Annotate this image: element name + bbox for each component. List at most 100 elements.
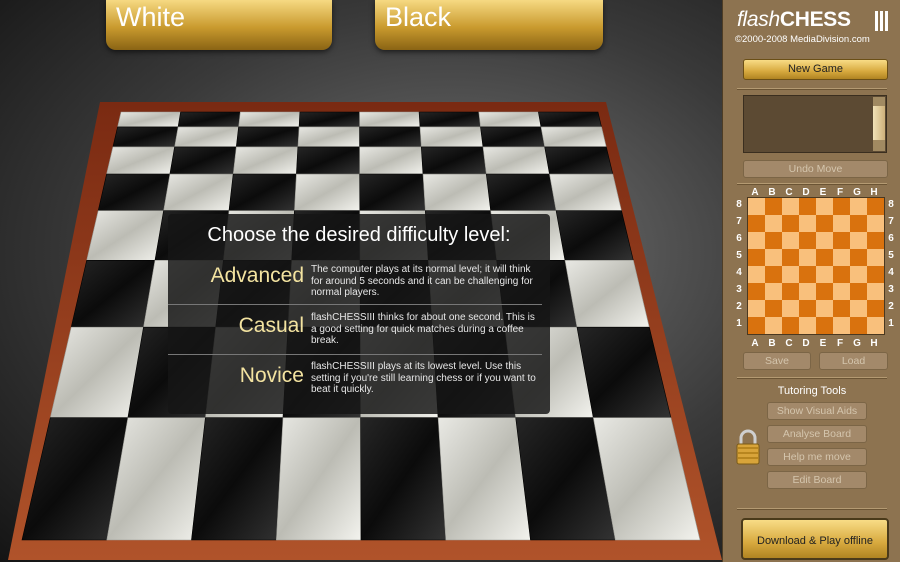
mini-square-f2[interactable] <box>833 300 850 317</box>
board-square-c8[interactable] <box>238 111 301 128</box>
mini-square-d3[interactable] <box>799 283 816 300</box>
mini-square-g6[interactable] <box>850 232 867 249</box>
mini-square-c6[interactable] <box>782 232 799 249</box>
mini-square-c8[interactable] <box>782 198 799 215</box>
mini-square-d6[interactable] <box>799 232 816 249</box>
mini-square-a1[interactable] <box>748 317 765 334</box>
mini-square-c4[interactable] <box>782 266 799 283</box>
board-square-g6[interactable] <box>482 146 550 175</box>
mini-square-g3[interactable] <box>850 283 867 300</box>
difficulty-option-casual[interactable]: Casual flashCHESSIII thinks for about on… <box>168 306 550 356</box>
mini-square-h1[interactable] <box>867 317 884 334</box>
mini-square-b7[interactable] <box>765 215 782 232</box>
save-button[interactable]: Save <box>743 352 811 370</box>
mini-square-g2[interactable] <box>850 300 867 317</box>
option-name[interactable]: Novice <box>240 364 304 388</box>
board-square-d7[interactable] <box>297 126 360 148</box>
mini-square-e2[interactable] <box>816 300 833 317</box>
mini-square-a5[interactable] <box>748 249 765 266</box>
mini-square-g8[interactable] <box>850 198 867 215</box>
mini-square-a8[interactable] <box>748 198 765 215</box>
board-square-h5[interactable] <box>549 173 622 211</box>
board-square-h7[interactable] <box>540 126 607 148</box>
mini-square-e7[interactable] <box>816 215 833 232</box>
download-play-offline-button[interactable]: Download & Play offline <box>741 518 889 560</box>
mini-square-e5[interactable] <box>816 249 833 266</box>
board-square-d5[interactable] <box>294 173 361 211</box>
board-square-a6[interactable] <box>106 146 175 175</box>
mini-square-b8[interactable] <box>765 198 782 215</box>
mini-square-d8[interactable] <box>799 198 816 215</box>
mini-square-h6[interactable] <box>867 232 884 249</box>
analyse-board-button[interactable]: Analyse Board <box>767 425 867 443</box>
board-square-b7[interactable] <box>174 126 239 148</box>
show-visual-aids-button[interactable]: Show Visual Aids <box>767 402 867 420</box>
difficulty-option-advanced[interactable]: Advanced The computer plays at its norma… <box>168 256 550 306</box>
mini-square-c3[interactable] <box>782 283 799 300</box>
mini-square-e6[interactable] <box>816 232 833 249</box>
mini-square-g1[interactable] <box>850 317 867 334</box>
board-square-a4[interactable] <box>86 210 164 261</box>
board-square-h4[interactable] <box>555 210 634 261</box>
mini-square-f1[interactable] <box>833 317 850 334</box>
board-square-f6[interactable] <box>420 146 487 175</box>
board-square-a8[interactable] <box>117 111 181 128</box>
load-button[interactable]: Load <box>819 352 888 370</box>
board-square-g8[interactable] <box>478 111 542 128</box>
mini-square-e8[interactable] <box>816 198 833 215</box>
move-list[interactable] <box>743 95 887 153</box>
mini-square-h7[interactable] <box>867 215 884 232</box>
board-square-e1[interactable] <box>360 417 447 541</box>
mini-square-b2[interactable] <box>765 300 782 317</box>
board-square-d6[interactable] <box>296 146 361 175</box>
board-square-b5[interactable] <box>163 173 234 211</box>
mini-square-h4[interactable] <box>867 266 884 283</box>
mini-square-f6[interactable] <box>833 232 850 249</box>
board-square-b8[interactable] <box>177 111 241 128</box>
mini-square-h2[interactable] <box>867 300 884 317</box>
mini-square-h3[interactable] <box>867 283 884 300</box>
mini-square-a7[interactable] <box>748 215 765 232</box>
mini-square-b6[interactable] <box>765 232 782 249</box>
mini-square-c7[interactable] <box>782 215 799 232</box>
mini-square-f4[interactable] <box>833 266 850 283</box>
mini-square-c1[interactable] <box>782 317 799 334</box>
mini-square-f5[interactable] <box>833 249 850 266</box>
mini-square-a2[interactable] <box>748 300 765 317</box>
board-square-b6[interactable] <box>169 146 237 175</box>
mini-square-a4[interactable] <box>748 266 765 283</box>
mini-square-b1[interactable] <box>765 317 782 334</box>
board-square-a5[interactable] <box>97 173 171 211</box>
mini-square-g7[interactable] <box>850 215 867 232</box>
mini-square-b4[interactable] <box>765 266 782 283</box>
option-name[interactable]: Advanced <box>211 264 304 288</box>
board-square-f5[interactable] <box>422 173 492 211</box>
board-square-e8[interactable] <box>359 111 421 128</box>
help-me-move-button[interactable]: Help me move <box>767 448 867 466</box>
mini-square-d1[interactable] <box>799 317 816 334</box>
board-square-e6[interactable] <box>359 146 424 175</box>
mini-square-c2[interactable] <box>782 300 799 317</box>
mini-square-f8[interactable] <box>833 198 850 215</box>
difficulty-option-novice[interactable]: Novice flashCHESSIII plays at its lowest… <box>168 356 550 406</box>
mini-square-h8[interactable] <box>867 198 884 215</box>
edit-board-button[interactable]: Edit Board <box>767 471 867 489</box>
board-square-h8[interactable] <box>538 111 602 128</box>
mini-square-e3[interactable] <box>816 283 833 300</box>
mini-square-h5[interactable] <box>867 249 884 266</box>
board-square-d8[interactable] <box>298 111 360 128</box>
mini-square-d7[interactable] <box>799 215 816 232</box>
mini-square-d4[interactable] <box>799 266 816 283</box>
mini-square-d2[interactable] <box>799 300 816 317</box>
mini-square-g4[interactable] <box>850 266 867 283</box>
mini-square-b3[interactable] <box>765 283 782 300</box>
mini-square-a6[interactable] <box>748 232 765 249</box>
mini-square-g5[interactable] <box>850 249 867 266</box>
board-square-f1[interactable] <box>437 417 531 541</box>
option-name[interactable]: Casual <box>239 314 304 338</box>
board-square-c6[interactable] <box>232 146 299 175</box>
mini-square-e1[interactable] <box>816 317 833 334</box>
mini-square-e4[interactable] <box>816 266 833 283</box>
board-square-h6[interactable] <box>544 146 614 175</box>
mini-square-c5[interactable] <box>782 249 799 266</box>
